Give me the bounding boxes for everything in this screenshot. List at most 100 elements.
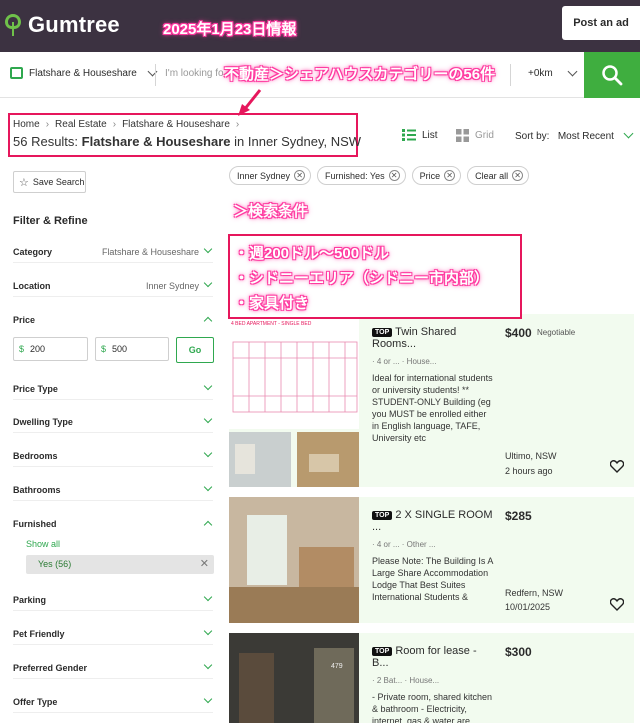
filter-category-label: Category [13, 247, 53, 257]
breadcrumb-home[interactable]: Home [13, 119, 40, 130]
gumtree-logo[interactable]: Gumtree [4, 12, 120, 38]
listing-info: TOP Room for lease - B... · 2 Bat... · H… [372, 645, 494, 723]
chevron-up-icon [203, 316, 213, 326]
save-search-button[interactable]: ☆ Save Search [13, 171, 86, 193]
close-icon[interactable]: ✕ [388, 170, 400, 181]
dollar-icon: $ [101, 344, 107, 354]
listing-info: TOP 2 X SINGLE ROOM ... · 4 or ... · Oth… [372, 509, 494, 603]
list-icon [402, 129, 416, 141]
filter-bedrooms[interactable]: Bedrooms [13, 447, 213, 467]
breadcrumb-real-estate[interactable]: Real Estate [55, 119, 107, 130]
view-grid-label: Grid [475, 130, 494, 141]
top-bar: Gumtree 2025年1月23日情報 Post an ad [0, 0, 640, 52]
star-icon: ☆ [19, 176, 29, 189]
chip-clear-all[interactable]: Clear all ✕ [467, 166, 530, 185]
filter-furnished-label: Furnished [13, 519, 57, 529]
results-location: in Inner Sydney, NSW [234, 134, 362, 149]
listing-photo[interactable]: 4 BED APARTMENT - SINGLE BED [229, 314, 359, 487]
filter-dwelling-type-label: Dwelling Type [13, 417, 73, 427]
listing-info: TOP Twin Shared Rooms... · 4 or ... · Ho… [372, 326, 494, 444]
post-ad-button[interactable]: Post an ad [562, 6, 640, 40]
filter-price[interactable]: Price [13, 311, 213, 331]
price-min-input[interactable]: $ 200 [13, 337, 88, 361]
filter-bathrooms-label: Bathrooms [13, 485, 61, 495]
furnished-show-all-link[interactable]: Show all [26, 539, 60, 549]
filter-category-value: Flatshare & Houseshare [101, 247, 199, 257]
filter-bathrooms[interactable]: Bathrooms [13, 481, 213, 501]
grid-icon [456, 129, 469, 142]
category-select-label: Flatshare & Houseshare [29, 67, 137, 79]
chevron-down-icon [203, 592, 213, 602]
price-max-input[interactable]: $ 500 [95, 337, 169, 361]
filter-price-type[interactable]: Price Type [13, 380, 213, 400]
chip-furnished[interactable]: Furnished: Yes ✕ [317, 166, 406, 185]
filter-offer-type[interactable]: Offer Type [13, 693, 213, 713]
listing-card[interactable]: TOP 2 X SINGLE ROOM ... · 4 or ... · Oth… [229, 497, 634, 623]
close-icon[interactable]: ✕ [444, 170, 456, 181]
filter-furnished[interactable]: Furnished [13, 515, 213, 535]
close-icon[interactable]: ✕ [294, 170, 306, 181]
price-go-button[interactable]: Go [176, 337, 214, 363]
listing-photo[interactable]: 479 [229, 633, 359, 723]
listing-meta: · 4 or ... · Other ... [372, 540, 436, 549]
radius-select[interactable]: +0km [528, 66, 578, 79]
price-min-value: 200 [30, 344, 46, 354]
listing-description: - Private room, shared kitchen & bathroo… [372, 692, 493, 723]
close-icon[interactable]: ✕ [512, 170, 524, 181]
furnished-yes-chip[interactable]: Yes (56) ✕ [26, 555, 214, 574]
chip-label: Inner Sydney [237, 170, 291, 181]
filter-category[interactable]: Category Flatshare & Houseshare [13, 243, 213, 263]
keyword-input[interactable]: I'm looking fo [165, 68, 224, 79]
listing-meta: · 4 or ... · House... [372, 357, 437, 366]
view-list-button[interactable]: List [402, 129, 438, 141]
chevron-down-icon [203, 482, 213, 492]
overlay-condition-2: ・シドニーエリア（シドニー市内部） [234, 270, 490, 287]
chevron-up-icon [203, 520, 213, 530]
chip-inner-sydney[interactable]: Inner Sydney ✕ [229, 166, 312, 185]
sort-label: Sort by: [515, 131, 550, 142]
filter-preferred-gender[interactable]: Preferred Gender [13, 659, 213, 679]
chevron-down-icon [203, 414, 213, 424]
chevron-right-icon: › [45, 119, 50, 130]
listing-card[interactable]: 4 BED APARTMENT - SINGLE BED TOP Twin Sh… [229, 314, 634, 487]
close-icon[interactable]: ✕ [200, 555, 209, 574]
sort-select[interactable]: Sort by: Most Recent [515, 131, 614, 142]
heart-icon[interactable] [610, 460, 624, 473]
filter-sidebar: ☆ Save Search Filter & Refine Category F… [0, 170, 220, 723]
filter-dwelling-type[interactable]: Dwelling Type [13, 413, 213, 433]
chevron-right-icon: › [235, 119, 240, 130]
search-icon [602, 65, 623, 86]
filter-location-label: Location [13, 281, 51, 291]
chip-label: Furnished: Yes [325, 170, 385, 181]
chip-label: Clear all [475, 170, 509, 181]
category-select[interactable]: Flatshare & Houseshare [10, 66, 158, 79]
photo-caption: 4 BED APARTMENT - SINGLE BED [231, 321, 312, 327]
view-grid-button[interactable]: Grid [456, 129, 494, 142]
overlay-condition-3: ・家具付き [234, 295, 310, 312]
filter-parking-label: Parking [13, 595, 47, 605]
overlay-category-annotation: 不動産＞シェアハウスカテゴリーの56件 [224, 66, 496, 83]
listing-location: Redfern, NSW [505, 588, 564, 598]
listing-price: $285 [505, 509, 532, 523]
listing-card[interactable]: 479 TOP Room for lease - B... · 2 Bat...… [229, 633, 634, 723]
filter-parking[interactable]: Parking [13, 591, 213, 611]
chip-price[interactable]: Price ✕ [411, 166, 462, 185]
chevron-down-icon [203, 278, 213, 288]
filter-location[interactable]: Location Inner Sydney [13, 277, 213, 297]
divider [510, 64, 511, 86]
listing-price: $400 [505, 326, 532, 340]
heart-icon[interactable] [610, 598, 624, 611]
top-badge: TOP [372, 510, 393, 520]
listing-description: Ideal for international students or univ… [372, 373, 493, 443]
chevron-down-icon [203, 244, 213, 254]
filter-offer-type-label: Offer Type [13, 697, 58, 707]
divider [155, 64, 156, 86]
chevron-down-icon [203, 381, 213, 391]
filter-pet-friendly[interactable]: Pet Friendly [13, 625, 213, 645]
furnished-yes-label: Yes (56) [38, 559, 72, 569]
listing-time: 10/01/2025 [505, 602, 551, 612]
chevron-down-icon [203, 694, 213, 704]
breadcrumb-flatshare[interactable]: Flatshare & Houseshare [122, 119, 230, 130]
search-button[interactable] [584, 52, 640, 98]
listing-photo[interactable] [229, 497, 359, 623]
